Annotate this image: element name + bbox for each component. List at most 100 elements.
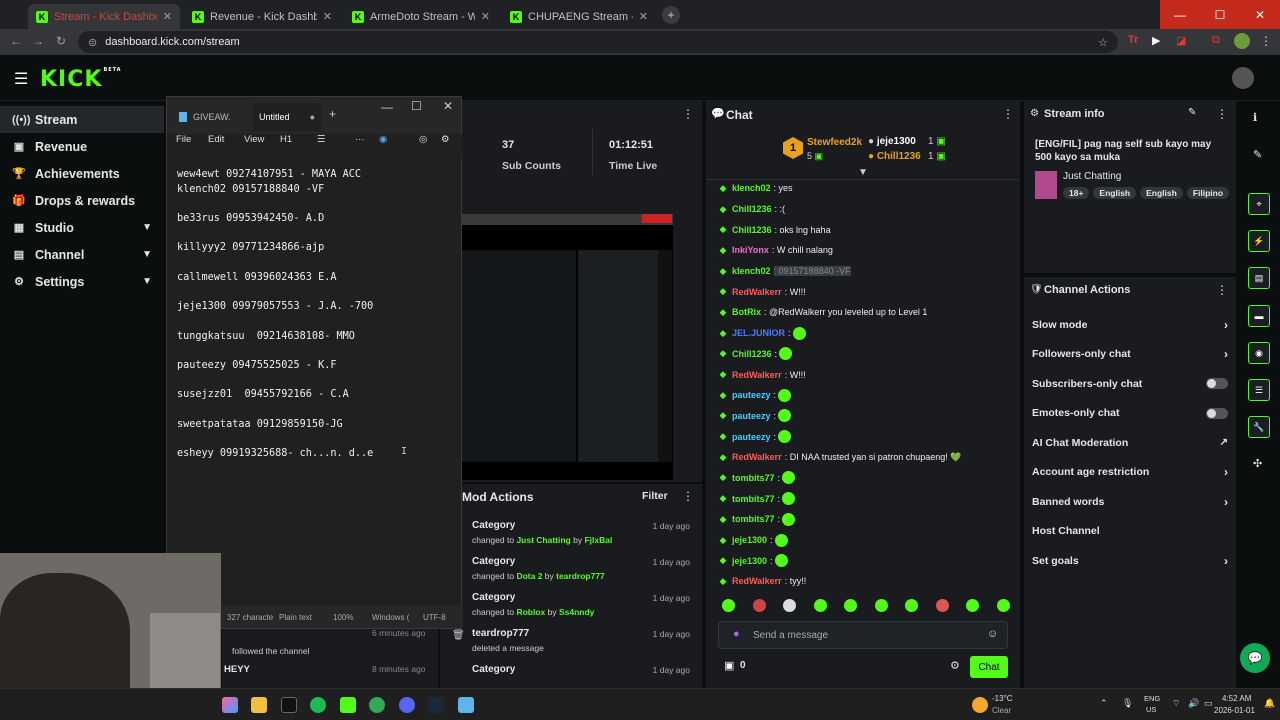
extension-icon[interactable]: ◪ bbox=[1176, 34, 1186, 47]
menu-edit[interactable]: Edit bbox=[208, 134, 224, 145]
widgets-icon[interactable]: ✣ bbox=[1253, 457, 1262, 470]
emote-icon[interactable] bbox=[783, 599, 797, 612]
new-tab-button[interactable]: + bbox=[662, 6, 680, 24]
subscribers-only-toggle[interactable] bbox=[1206, 378, 1228, 390]
browser-tab[interactable]: K CHUPAENG Stream - Watch Live ✕ bbox=[502, 4, 656, 29]
notifications-bell-icon[interactable]: 🔔 bbox=[1264, 698, 1275, 709]
chat-input[interactable]: ● Send a message ☺ bbox=[718, 621, 1008, 649]
rail-button-wrench-icon[interactable]: 🔧 bbox=[1248, 416, 1270, 438]
emote-icon[interactable] bbox=[935, 599, 949, 612]
chat-username[interactable]: JEL.JUNIOR bbox=[732, 328, 785, 338]
chat-username[interactable]: pauteezy bbox=[732, 390, 771, 400]
emotes-only-toggle[interactable] bbox=[1206, 407, 1228, 419]
browser-tab[interactable]: K ArmeDoto Stream - Watch Live ✕ bbox=[344, 4, 498, 29]
kebab-menu-icon[interactable]: ⋮ bbox=[1002, 107, 1014, 121]
kick-app-icon[interactable] bbox=[340, 697, 356, 713]
language-code[interactable]: ENG bbox=[1144, 694, 1160, 703]
close-icon[interactable]: ✕ bbox=[475, 10, 490, 23]
more-icon[interactable]: ··· bbox=[355, 134, 365, 145]
notepad-tab-active[interactable]: Untitled ● bbox=[253, 103, 321, 131]
emote-icon[interactable] bbox=[905, 599, 919, 612]
chat-username[interactable]: RedWalkerr bbox=[732, 370, 782, 380]
sidebar-item-channel[interactable]: ▤ Channel ▼ bbox=[0, 241, 164, 268]
site-info-icon[interactable]: ⊜ bbox=[88, 36, 97, 49]
emote-icon[interactable] bbox=[752, 599, 766, 612]
heading-dropdown[interactable]: H1 bbox=[280, 134, 292, 145]
edit-icon[interactable]: ✎ bbox=[1253, 148, 1262, 161]
leaderboard-top-user[interactable]: Stewfeed2k bbox=[807, 137, 862, 148]
sidebar-item-stream[interactable]: ((•)) Stream bbox=[0, 106, 164, 133]
chat-username[interactable]: klench02 bbox=[732, 183, 771, 193]
account-age-row[interactable]: Account age restriction › bbox=[1024, 458, 1236, 488]
list-icon[interactable]: ☰ bbox=[317, 134, 326, 145]
notepad-taskbar-icon[interactable] bbox=[458, 697, 474, 713]
close-icon[interactable]: ✕ bbox=[157, 10, 172, 23]
ai-moderation-row[interactable]: AI Chat Moderation ↗ bbox=[1024, 428, 1236, 458]
browser-tab[interactable]: K Revenue - Kick Dashboard ✕ bbox=[184, 4, 340, 29]
notepad-text[interactable]: wew4ewt 09274107951 - MAYA ACC klench02 0… bbox=[177, 168, 457, 462]
chat-username[interactable]: Chill1236 bbox=[732, 349, 772, 359]
browser-menu-icon[interactable]: ⋮ bbox=[1260, 34, 1272, 48]
emote-icon[interactable] bbox=[722, 599, 735, 612]
battery-icon[interactable]: ▭ bbox=[1204, 698, 1213, 709]
maximize-icon[interactable]: ☐ bbox=[411, 99, 422, 113]
edit-pencil-icon[interactable]: ✎ bbox=[1188, 107, 1196, 118]
rail-button-doc-icon[interactable]: ▤ bbox=[1248, 267, 1270, 289]
chat-username[interactable]: tombits77 bbox=[732, 494, 775, 504]
emote-icon[interactable] bbox=[996, 599, 1010, 612]
extension-icon[interactable]: Tr bbox=[1128, 34, 1138, 46]
emote-icon[interactable] bbox=[966, 599, 980, 612]
rail-button-chat-icon[interactable]: ▬ bbox=[1248, 305, 1270, 327]
weather-temp[interactable]: -13°C bbox=[992, 694, 1013, 703]
discord-icon[interactable] bbox=[399, 697, 415, 713]
mod-action-target[interactable]: Dota 2 bbox=[516, 571, 542, 581]
settings-icon[interactable]: ⚙ bbox=[441, 134, 450, 145]
chat-username[interactable]: RedWalkerr bbox=[732, 576, 782, 586]
sidebar-item-revenue[interactable]: ▣ Revenue bbox=[0, 133, 164, 160]
back-icon[interactable]: ← bbox=[10, 34, 22, 48]
address-bar[interactable]: ⊜ dashboard.kick.com/stream ☆ bbox=[78, 31, 1118, 53]
minimize-button[interactable]: — bbox=[1160, 0, 1200, 29]
mic-tray-icon[interactable]: 🎙 bbox=[1122, 698, 1133, 709]
sidebar-item-settings[interactable]: ⚙ Settings ▼ bbox=[0, 268, 164, 295]
send-chat-button[interactable]: Chat bbox=[970, 656, 1008, 678]
info-icon[interactable]: ℹ bbox=[1253, 111, 1257, 124]
mod-action-user[interactable]: FjIxBal bbox=[584, 535, 612, 545]
chevron-up-icon[interactable]: ⌃ bbox=[1100, 698, 1108, 709]
host-channel-row[interactable]: Host Channel bbox=[1024, 517, 1236, 547]
leaderboard-user[interactable]: Chill1236 bbox=[877, 151, 921, 162]
chat-username[interactable]: jeje1300 bbox=[732, 556, 767, 566]
followers-only-row[interactable]: Followers-only chat › bbox=[1024, 340, 1236, 370]
chat-username[interactable]: InkiYonx bbox=[732, 245, 769, 255]
menu-view[interactable]: View bbox=[244, 134, 264, 145]
language-region[interactable]: US bbox=[1146, 705, 1156, 714]
rail-button-bolt-icon[interactable]: ⚡ bbox=[1248, 230, 1270, 252]
profile-avatar[interactable] bbox=[1234, 33, 1250, 49]
close-window-button[interactable]: ✕ bbox=[1240, 0, 1280, 29]
support-chat-button[interactable]: 💬 bbox=[1240, 643, 1270, 673]
unsaved-dot-icon[interactable]: ● bbox=[310, 112, 315, 122]
emote-icon[interactable] bbox=[874, 599, 888, 612]
chat-username[interactable]: klench02 bbox=[732, 266, 771, 276]
rail-button-focus-icon[interactable]: ⌖ bbox=[1248, 193, 1270, 215]
copilot-icon[interactable]: ◉ bbox=[379, 134, 387, 145]
close-icon[interactable]: ✕ bbox=[317, 10, 332, 23]
emote-icon[interactable] bbox=[844, 599, 858, 612]
extensions-puzzle-icon[interactable]: ⧉ bbox=[1212, 34, 1220, 47]
kebab-menu-icon[interactable]: ⋮ bbox=[1216, 107, 1228, 121]
spotify-icon[interactable] bbox=[310, 697, 326, 713]
set-goals-row[interactable]: Set goals › bbox=[1024, 546, 1236, 576]
volume-icon[interactable]: 🔊 bbox=[1188, 698, 1199, 709]
banned-words-row[interactable]: Banned words › bbox=[1024, 487, 1236, 517]
menu-file[interactable]: File bbox=[176, 134, 191, 145]
kebab-menu-icon[interactable]: ⋮ bbox=[1216, 283, 1228, 297]
minimize-icon[interactable]: — bbox=[381, 100, 393, 114]
steam-icon[interactable] bbox=[428, 697, 444, 713]
hamburger-menu-icon[interactable]: ☰ bbox=[14, 69, 28, 89]
slow-mode-row[interactable]: Slow mode › bbox=[1024, 310, 1236, 340]
wifi-icon[interactable]: ⌔ bbox=[1172, 698, 1180, 709]
rail-button-layout-icon[interactable]: ☰ bbox=[1248, 379, 1270, 401]
mod-action-target[interactable]: Just Chatting bbox=[516, 535, 570, 545]
filter-button[interactable]: Filter bbox=[642, 490, 668, 502]
chat-username[interactable]: BotRix bbox=[732, 307, 761, 317]
